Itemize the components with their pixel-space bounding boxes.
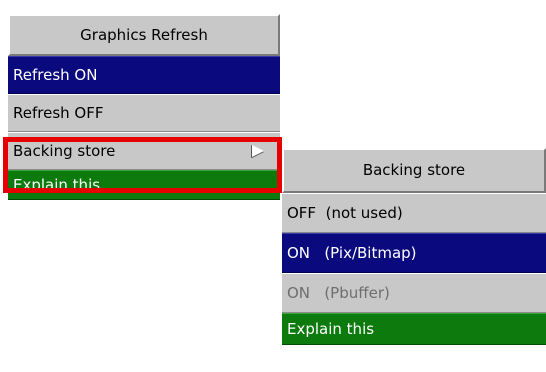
graphics-refresh-title: Graphics Refresh xyxy=(8,14,280,56)
backing-store-item[interactable]: Backing store xyxy=(8,132,280,170)
refresh-off-item[interactable]: Refresh OFF xyxy=(8,94,280,132)
triangle-right-icon xyxy=(252,145,264,157)
submenu-explain-this-button[interactable]: Explain this xyxy=(282,313,546,345)
explain-this-button[interactable]: Explain this xyxy=(8,170,280,200)
screen: Graphics Refresh Refresh ON Refresh OFF … xyxy=(0,0,546,372)
backing-store-pixmap-item[interactable]: ON (Pix/Bitmap) xyxy=(282,233,546,273)
backing-store-title: Backing store xyxy=(282,148,546,193)
backing-store-submenu: Backing store OFF (not used) ON (Pix/Bit… xyxy=(282,148,546,345)
backing-store-off-item[interactable]: OFF (not used) xyxy=(282,193,546,233)
backing-store-pbuffer-item: ON (Pbuffer) xyxy=(282,273,546,313)
graphics-refresh-menu: Graphics Refresh Refresh ON Refresh OFF … xyxy=(8,14,280,200)
refresh-on-item[interactable]: Refresh ON xyxy=(8,56,280,94)
backing-store-item-label: Backing store xyxy=(13,141,116,160)
